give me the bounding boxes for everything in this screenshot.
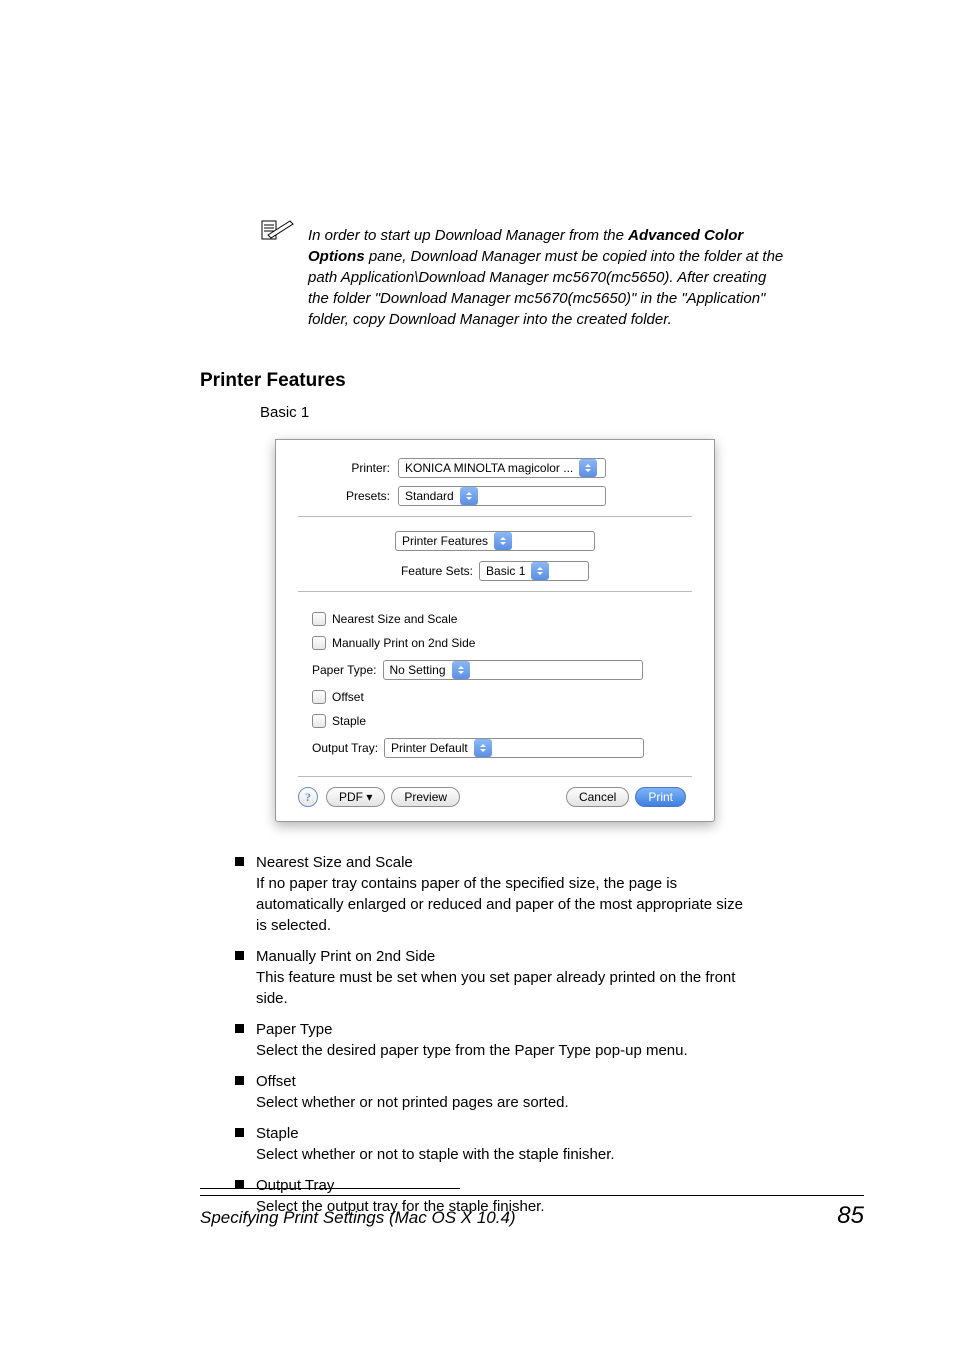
- label-paper-type: Paper Type:: [312, 663, 377, 677]
- note-part1: In order to start up Download Manager fr…: [308, 227, 628, 244]
- footer-rule-short: [200, 1188, 460, 1189]
- feature-item: Manually Print on 2nd Side This feature …: [256, 946, 756, 1009]
- output-tray-select[interactable]: Printer Default: [384, 738, 644, 758]
- checkbox-offset[interactable]: [312, 690, 326, 704]
- bullet-icon: [235, 1024, 244, 1033]
- page-number: 85: [837, 1202, 864, 1230]
- print-dialog: Printer: KONICA MINOLTA magicolor ... Pr…: [275, 439, 715, 822]
- feature-sets-select[interactable]: Basic 1: [479, 561, 589, 581]
- note-part2: pane, Download Manager must be copied in…: [308, 248, 783, 328]
- label-nearest: Nearest Size and Scale: [332, 612, 457, 626]
- feature-item: Staple Select whether or not to staple w…: [256, 1123, 615, 1165]
- footer-title: Specifying Print Settings (Mac OS X 10.4…: [200, 1208, 516, 1228]
- feature-item: Offset Select whether or not printed pag…: [256, 1071, 569, 1113]
- dropdown-icon: [531, 562, 549, 580]
- label-presets: Presets:: [298, 489, 390, 503]
- feature-item: Paper Type Select the desired paper type…: [256, 1019, 688, 1061]
- checkbox-nearest[interactable]: [312, 612, 326, 626]
- paper-type-select[interactable]: No Setting: [383, 660, 643, 680]
- dropdown-icon: [474, 739, 492, 757]
- pdf-button[interactable]: PDF ▾: [326, 787, 385, 807]
- feature-item: Nearest Size and Scale If no paper tray …: [256, 852, 756, 936]
- label-manual-2nd: Manually Print on 2nd Side: [332, 636, 475, 650]
- bullet-icon: [235, 951, 244, 960]
- pane-select[interactable]: Printer Features: [395, 531, 595, 551]
- bullet-icon: [235, 857, 244, 866]
- help-button[interactable]: ?: [298, 787, 318, 807]
- dropdown-icon: [452, 661, 470, 679]
- cancel-button[interactable]: Cancel: [566, 787, 629, 807]
- preview-button[interactable]: Preview: [391, 787, 460, 807]
- note-paragraph: In order to start up Download Manager fr…: [308, 225, 788, 330]
- section-title: Printer Features: [200, 370, 864, 392]
- footer-rule: [200, 1195, 864, 1196]
- bullet-icon: [235, 1128, 244, 1137]
- dialog-divider: [298, 516, 692, 517]
- dropdown-icon: [579, 459, 597, 477]
- dialog-divider: [298, 591, 692, 592]
- presets-select[interactable]: Standard: [398, 486, 606, 506]
- note-icon: [260, 217, 296, 248]
- section-subtitle: Basic 1: [260, 404, 864, 421]
- label-feature-sets: Feature Sets:: [401, 564, 473, 578]
- printer-select[interactable]: KONICA MINOLTA magicolor ...: [398, 458, 606, 478]
- checkbox-manual-2nd[interactable]: [312, 636, 326, 650]
- label-offset: Offset: [332, 690, 364, 704]
- checkbox-staple[interactable]: [312, 714, 326, 728]
- bullet-icon: [235, 1076, 244, 1085]
- label-staple: Staple: [332, 714, 366, 728]
- dropdown-icon: [460, 487, 478, 505]
- print-button[interactable]: Print: [635, 787, 686, 807]
- label-printer: Printer:: [298, 461, 390, 475]
- label-output-tray: Output Tray:: [312, 741, 378, 755]
- dropdown-icon: [494, 532, 512, 550]
